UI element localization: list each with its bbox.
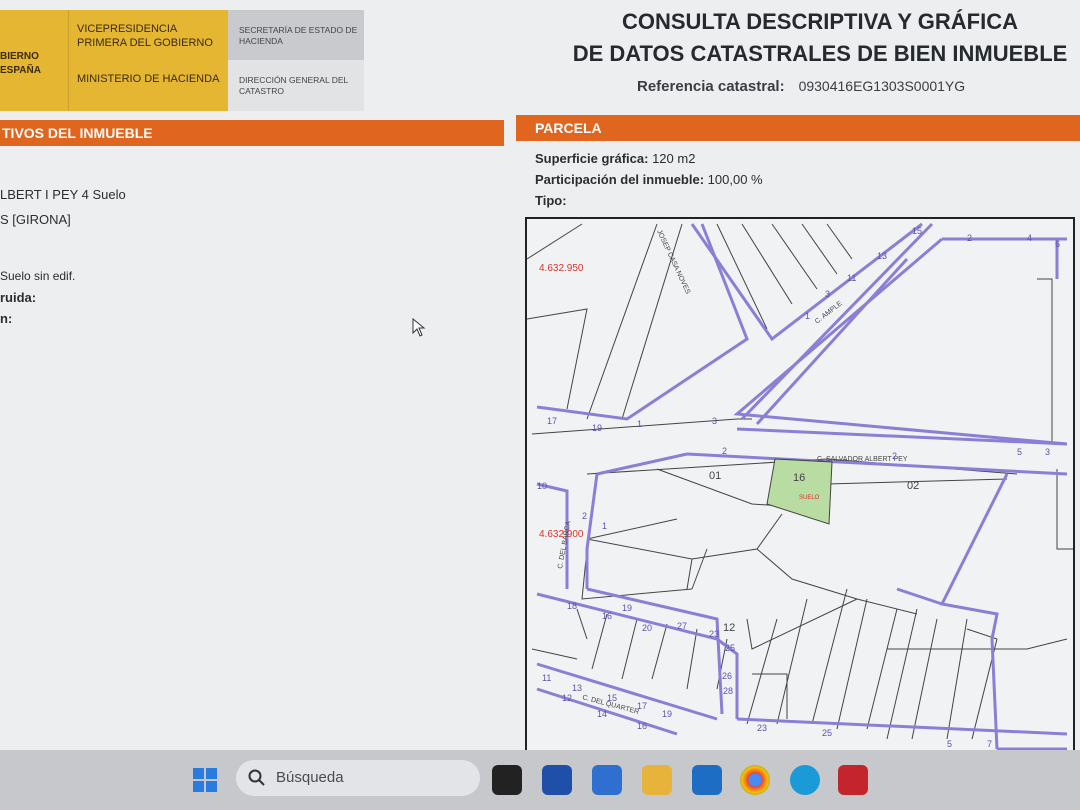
search-placeholder: Búsqueda [276,769,344,786]
participacion-row: Participación del inmueble: 100,00 % [535,172,763,187]
mouse-cursor-icon [412,318,426,337]
street-number-label: 10 [537,481,547,491]
street-number-label: 3 [1045,447,1050,457]
ministerio-label: MINISTERIO DE HACIENDA [77,73,220,85]
province-line: S [GIRONA] [0,212,71,227]
street-number-label: 25 [725,643,735,653]
ano-label: n: [0,311,13,326]
street-number-label: 7 [987,739,992,749]
referencia-value: 0930416EG1303S0001YG [798,78,966,94]
street-number-label: 16 [602,611,612,621]
section-bar-inmueble: TIVOS DEL INMUEBLE [0,120,504,146]
highlighted-parcel[interactable] [766,458,833,525]
street-number-label: 17 [547,416,557,426]
street-number-label: 17 [637,701,647,711]
street-number-label: 3 [712,416,717,426]
parcel-02-label: 02 [907,480,919,492]
map-svg: 4.632.950 4.632.900 C. SALVADOR ALBERT P… [527,222,1073,750]
construida-label: ruida: [0,290,37,305]
gobierno-label: BIERNO ESPAÑA [0,51,41,76]
chrome-icon[interactable] [740,765,770,795]
coord-top-label: 4.632.950 [539,263,584,274]
superficie-row: Superficie gráfica: 120 m2 [535,151,696,166]
street-number-label: 1 [637,419,642,429]
start-button[interactable] [190,765,220,795]
street-number-label: 16 [637,721,647,731]
government-logo-block: BIERNO ESPAÑA VICEPRESIDENCIA PRIMERA DE… [0,10,228,111]
street-number-label: 18 [567,601,577,611]
street-number-label: 27 [677,621,687,631]
street-number-label: 13 [877,251,887,261]
referencia-catastral: Referencia catastral: 0930416EG1303S0001Y… [637,78,966,95]
street-number-label: 19 [662,709,672,719]
street-number-label: 13 [572,683,582,693]
street-number-label: 2 [892,451,897,461]
tipo-row: Tipo: [535,193,567,208]
street-number-label: 19 [622,603,632,613]
store-icon[interactable] [542,765,572,795]
street-number-label: 12 [562,693,572,703]
street-josep-label: JOSEP CASA NOVES [655,229,691,296]
street-number-label: 14 [597,709,607,719]
street-number-label: 2 [582,511,587,521]
street-number-label: 1 [602,521,607,531]
street-number-label: 25 [822,728,832,738]
street-number-label: 3 [825,289,830,299]
folder-icon[interactable] [642,765,672,795]
suelo-label: SUELO [799,495,820,501]
street-number-label: 5 [947,739,952,749]
edge-icon[interactable] [790,765,820,795]
parcel-12-label: 12 [723,622,735,634]
street-number-label: 23 [757,723,767,733]
secretaria-block: SECRETARÍA DE ESTADO DE HACIENDA [228,10,364,60]
street-number-label: 2 [967,233,972,243]
street-number-label: 5 [1017,447,1022,457]
cadastral-map[interactable]: 4.632.950 4.632.900 C. SALVADOR ALBERT P… [525,217,1075,750]
parcel-01-label: 01 [709,470,721,482]
task-view-icon[interactable] [492,765,522,795]
street-number-label: 20 [642,623,652,633]
document-page: BIERNO ESPAÑA VICEPRESIDENCIA PRIMERA DE… [0,0,1080,750]
street-number-label: 15 [912,226,922,236]
acrobat-icon[interactable] [838,765,868,795]
street-number-label: 4 [1027,233,1032,243]
street-number-label: 15 [607,693,617,703]
street-barca-label: C. DEL BARCA [557,520,572,569]
street-number-label: 23 [709,629,719,639]
page-title: CONSULTA DESCRIPTIVA Y GRÁFICA DE DATOS … [572,9,1068,66]
street-number-label: 26 [722,671,732,681]
clase-line: Suelo sin edif. [0,269,76,283]
app-icon[interactable] [592,765,622,795]
street-number-label: 6 [1055,239,1060,249]
street-number-label: 19 [592,423,602,433]
vicepresidencia-label: VICEPRESIDENCIA PRIMERA DEL GOBIERNO [77,23,213,49]
street-number-label: 28 [723,686,733,696]
street-number-label: 1 [805,311,810,321]
street-number-label: 11 [542,673,551,683]
outlook-icon[interactable] [692,765,722,795]
address-line: LBERT I PEY 4 Suelo [0,187,126,202]
windows-icon [193,768,217,792]
search-icon [248,769,265,786]
street-number-label: 11 [847,273,856,283]
taskbar: Búsqueda [0,750,1080,810]
direccion-block: DIRECCIÓN GENERAL DEL CATASTRO [228,60,364,111]
parcel-16-label: 16 [793,472,805,484]
street-number-label: 2 [722,446,727,456]
section-bar-parcela: PARCELA [516,115,1080,141]
search-box[interactable]: Búsqueda [236,760,480,796]
